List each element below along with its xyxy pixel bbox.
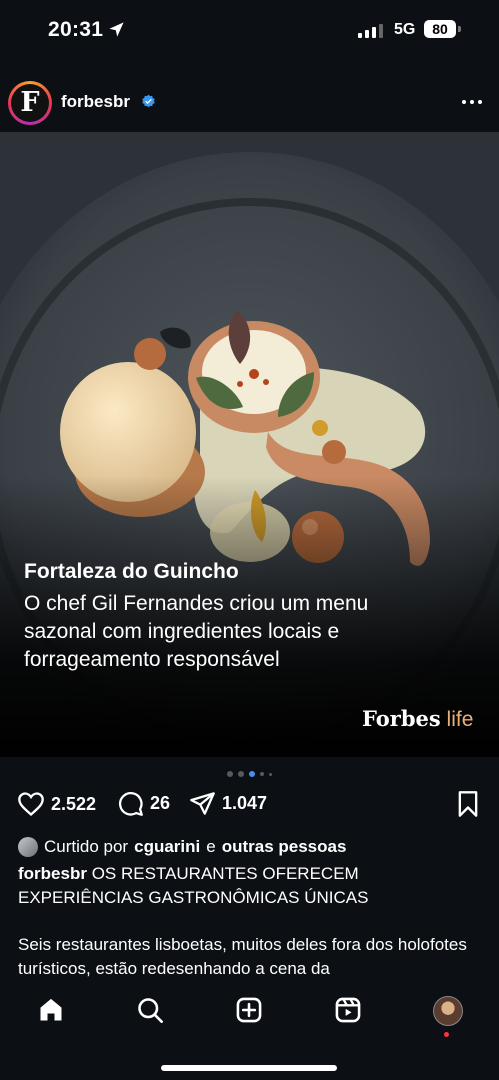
tab-create[interactable] (235, 996, 263, 1029)
image-caption-body: O chef Gil Fernandes criou um menu sazon… (24, 592, 369, 671)
share-button[interactable]: 1.047 (189, 790, 267, 817)
network-type: 5G (394, 21, 416, 38)
share-count[interactable]: 1.047 (222, 793, 267, 814)
forbes-life-logo: Forbes life (362, 706, 473, 732)
status-bar: 20:31 5G 80 (0, 0, 499, 58)
brand-suffix: life (446, 708, 474, 731)
battery-icon: 80 (424, 20, 456, 38)
caption-username[interactable]: forbesbr (18, 864, 87, 883)
image-caption-title: Fortaleza do Guincho (24, 560, 239, 583)
location-arrow-icon (109, 22, 124, 37)
send-icon[interactable] (189, 790, 216, 817)
heart-icon[interactable] (17, 790, 45, 818)
post-header: F forbesbr (0, 76, 499, 130)
post-image[interactable]: Fortaleza do Guincho O chef Gil Fernande… (0, 132, 499, 757)
liked-by[interactable]: Curtido por cguarini e outras pessoas (18, 837, 346, 857)
profile-avatar[interactable] (433, 996, 463, 1026)
carousel-dot (227, 771, 233, 777)
more-options-icon[interactable] (462, 100, 482, 104)
battery-tip (458, 26, 461, 32)
carousel-dot (269, 772, 272, 776)
caption-body: Seis restaurantes lisboetas, muitos dele… (18, 935, 467, 978)
bookmark-icon[interactable] (456, 790, 480, 818)
carousel-dot (238, 771, 244, 777)
notification-dot (444, 1032, 449, 1037)
liker-avatar (18, 837, 38, 857)
status-time: 20:31 (48, 18, 104, 41)
post-actions: 2.522 26 1.047 (0, 790, 499, 824)
comment-count[interactable]: 26 (150, 793, 170, 814)
comment-icon[interactable] (117, 790, 144, 817)
avatar[interactable]: F (11, 84, 49, 122)
liked-by-others[interactable]: outras pessoas (222, 837, 347, 857)
signal-icon (358, 24, 383, 38)
carousel-dot (260, 772, 264, 776)
tab-profile[interactable] (433, 996, 463, 1026)
carousel-indicator (0, 771, 499, 777)
tab-home[interactable] (37, 996, 65, 1029)
like-button[interactable]: 2.522 (17, 790, 96, 818)
story-ring[interactable]: F (8, 81, 52, 125)
search-icon[interactable] (136, 996, 164, 1024)
tab-reels[interactable] (334, 996, 362, 1029)
brand-word: Forbes (362, 706, 441, 731)
like-count[interactable]: 2.522 (51, 794, 96, 815)
plus-square-icon[interactable] (235, 996, 263, 1024)
home-indicator (161, 1065, 337, 1071)
carousel-dot-active (249, 771, 255, 777)
verified-badge-icon (142, 94, 155, 108)
reels-icon[interactable] (334, 996, 362, 1024)
home-icon[interactable] (37, 996, 65, 1024)
liked-by-conj: e (206, 837, 216, 856)
save-button[interactable] (456, 790, 480, 818)
comment-button[interactable]: 26 (117, 790, 170, 817)
post-username[interactable]: forbesbr (61, 92, 130, 112)
liked-by-prefix: Curtido por (44, 837, 129, 856)
tab-search[interactable] (136, 996, 164, 1029)
liked-by-user[interactable]: cguarini (134, 837, 200, 857)
post-caption: forbesbr OS RESTAURANTES OFERECEM EXPERI… (18, 862, 483, 910)
